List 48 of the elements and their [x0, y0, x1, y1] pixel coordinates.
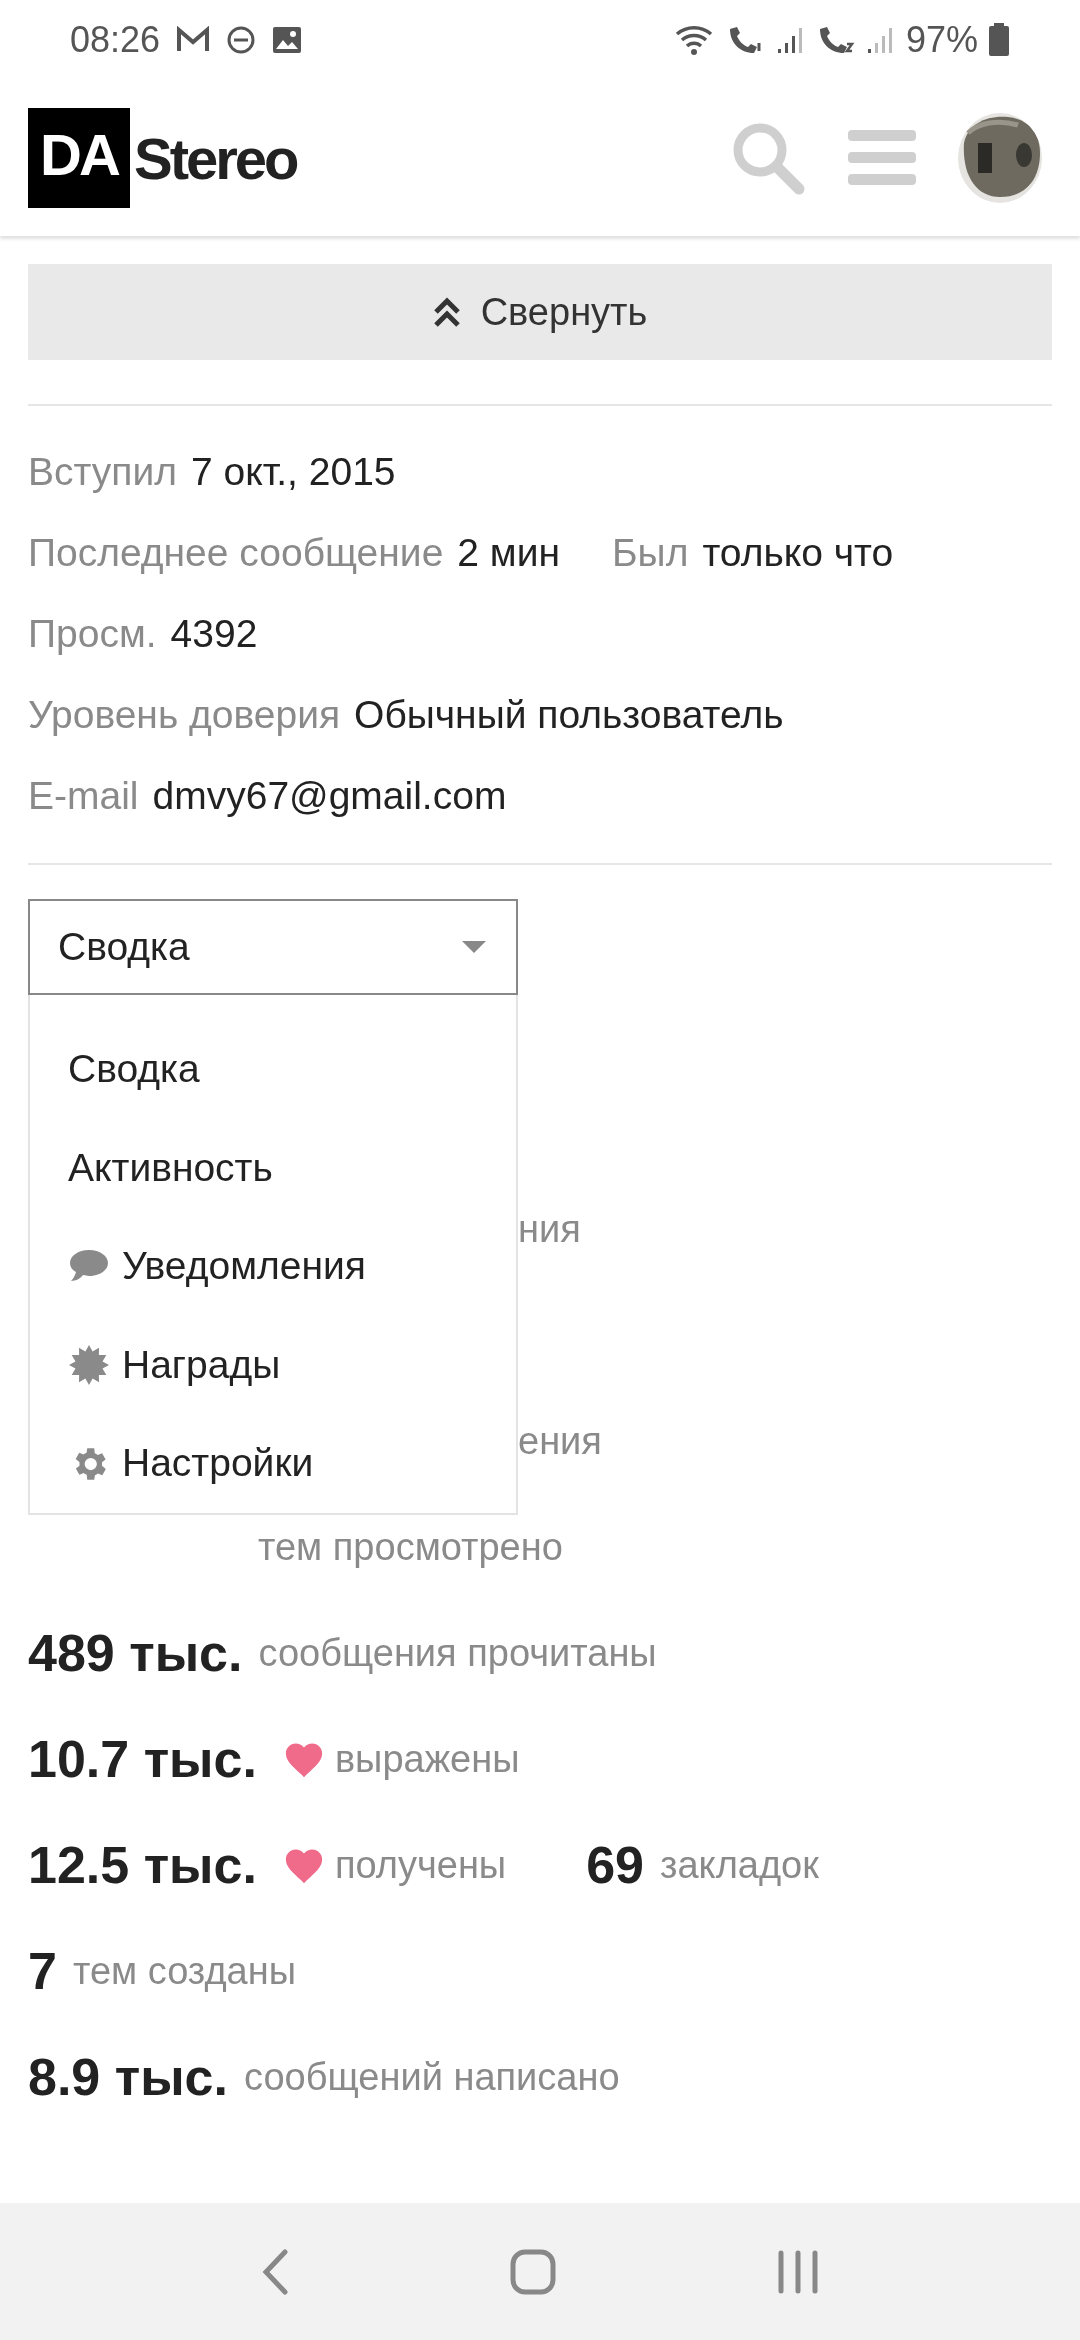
logo-text[interactable]: Stereo — [134, 114, 297, 202]
field-label: E-mail — [28, 773, 139, 820]
double-chevron-up-icon — [432, 296, 461, 328]
menu-item[interactable]: Сводка — [30, 1020, 516, 1119]
stat-label: выражены — [334, 1736, 520, 1782]
stat-label: ения — [518, 1418, 602, 1464]
stat-value: 12.5 тыс. — [28, 1835, 257, 1896]
field-label: Был — [612, 530, 689, 577]
field-value: dmvy67@gmail.com — [152, 773, 507, 820]
badge-icon — [68, 1344, 110, 1387]
menu-item[interactable]: Уведомления — [30, 1217, 516, 1316]
field-label: Последнее сообщение — [28, 530, 444, 577]
field-value: Обычный пользователь — [354, 692, 784, 739]
stat-value: 7 — [28, 1941, 57, 2002]
stat-label: сообщения прочитаны — [258, 1630, 657, 1676]
collapse-button[interactable]: Свернуть — [28, 264, 1052, 360]
field-value: только что — [702, 530, 894, 577]
clock: 08:26 — [70, 18, 161, 62]
stat-label: ния — [518, 1206, 581, 1252]
logo-box[interactable]: DA — [28, 108, 130, 208]
menu-item[interactable]: Награды — [30, 1315, 516, 1415]
stat-label: тем просмотрено — [258, 1524, 563, 1570]
stat-label: закладок — [660, 1842, 819, 1888]
stat-value: 489 тыс. — [28, 1623, 243, 1684]
menu-item[interactable]: Активность — [30, 1118, 516, 1218]
stat-value: 10.7 тыс. — [28, 1729, 257, 1790]
stat-value: 69 — [586, 1835, 645, 1896]
stat-value: 8.9 тыс. — [28, 2047, 228, 2108]
stat-label: сообщений написано — [244, 2054, 620, 2100]
field-value: 2 мин — [457, 530, 560, 577]
do-not-disturb-icon — [226, 25, 257, 55]
battery-percentage: 97% — [905, 18, 978, 62]
field-label: Вступил — [28, 449, 177, 496]
image-icon — [272, 26, 303, 54]
field-label: Уровень доверия — [28, 692, 341, 739]
stat-label: получены — [334, 1842, 507, 1888]
mail-icon — [176, 26, 211, 54]
stat-label: тем созданы — [72, 1948, 297, 1994]
section-dropdown[interactable]: Сводка — [28, 899, 518, 995]
menu-item[interactable]: Настройки — [30, 1414, 516, 1513]
battery-icon — [988, 23, 1010, 57]
recent-apps-icon[interactable] — [777, 2249, 820, 2294]
field-value: 7 окт., 2015 — [191, 449, 396, 496]
home-icon[interactable] — [510, 2248, 556, 2295]
field-value: 4392 — [170, 611, 258, 658]
caret-icon — [460, 939, 488, 955]
field-label: Просм. — [28, 611, 157, 658]
back-icon[interactable] — [260, 2248, 289, 2295]
